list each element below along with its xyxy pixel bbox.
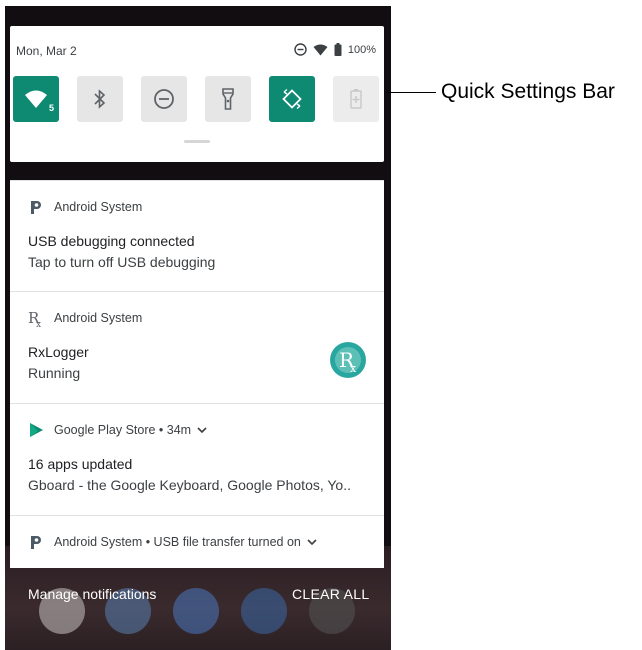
do-not-disturb-icon xyxy=(154,89,174,109)
notification-usb-debugging[interactable]: Android System USB debugging connected T… xyxy=(10,180,384,291)
notification-usb-file-transfer[interactable]: Android System • USB file transfer turne… xyxy=(10,515,384,568)
status-icons: 100% xyxy=(294,43,376,56)
notification-app-name: Android System xyxy=(54,311,143,325)
auto-rotate-icon xyxy=(282,88,302,110)
notification-play-store[interactable]: Google Play Store • 34m 16 apps updated … xyxy=(10,403,384,515)
notification-title: USB debugging connected xyxy=(28,233,195,249)
clear-all-button[interactable]: CLEAR ALL xyxy=(292,586,369,602)
auto-rotate-tile[interactable] xyxy=(269,76,315,122)
bluetooth-tile[interactable] xyxy=(77,76,123,122)
chevron-down-icon[interactable] xyxy=(307,538,317,546)
manage-notifications-button[interactable]: Manage notifications xyxy=(28,586,156,602)
bluetooth-icon xyxy=(94,89,106,109)
wifi-tile[interactable]: 5 xyxy=(13,76,59,122)
dnd-status-icon xyxy=(294,43,307,56)
battery-status-icon xyxy=(334,43,342,56)
notification-app-name: Android System xyxy=(54,200,143,214)
callout-line xyxy=(386,92,436,93)
svg-text:x: x xyxy=(36,320,41,327)
notification-title: RxLogger xyxy=(28,344,89,360)
contacts-dock-icon xyxy=(241,588,287,634)
android-system-icon xyxy=(28,199,44,215)
flashlight-tile[interactable] xyxy=(205,76,251,122)
play-store-icon xyxy=(28,422,44,438)
chevron-down-icon[interactable] xyxy=(197,426,207,434)
svg-text:x: x xyxy=(350,362,357,375)
battery-percent: 100% xyxy=(347,43,376,56)
android-system-icon xyxy=(28,534,44,550)
calendar-dock-icon xyxy=(173,588,219,634)
battery-saver-tile[interactable] xyxy=(333,76,379,122)
callout-label: Quick Settings Bar xyxy=(441,80,615,103)
battery-saver-icon xyxy=(350,89,362,109)
do-not-disturb-tile[interactable] xyxy=(141,76,187,122)
wifi-status-icon xyxy=(313,44,328,55)
flashlight-icon xyxy=(222,88,234,110)
notification-app-name: Google Play Store • 34m xyxy=(54,423,192,437)
quick-settings-panel: Mon, Mar 2 100% 5 xyxy=(10,26,384,162)
notification-text: Tap to turn off USB debugging xyxy=(28,254,216,270)
notification-text: Gboard - the Google Keyboard, Google Pho… xyxy=(28,477,351,493)
notification-text: Running xyxy=(28,365,81,381)
wifi-icon xyxy=(25,90,47,108)
date-label: Mon, Mar 2 xyxy=(16,44,77,58)
notification-rxlogger[interactable]: Rx Android System RxLogger Running R x xyxy=(10,291,384,403)
notification-title: 16 apps updated xyxy=(28,456,133,472)
wifi-badge: 5 xyxy=(48,103,54,113)
notification-header: Android System xyxy=(28,199,142,215)
notification-header: Rx Android System xyxy=(28,309,143,327)
notification-app-name: Android System • USB file transfer turne… xyxy=(54,535,301,549)
notification-header: Google Play Store • 34m xyxy=(28,422,207,438)
expand-handle[interactable] xyxy=(184,140,210,143)
rxlogger-logo-icon: R x xyxy=(330,342,366,378)
rx-icon: Rx xyxy=(28,309,44,327)
notification-header: Android System • USB file transfer turne… xyxy=(28,534,317,550)
